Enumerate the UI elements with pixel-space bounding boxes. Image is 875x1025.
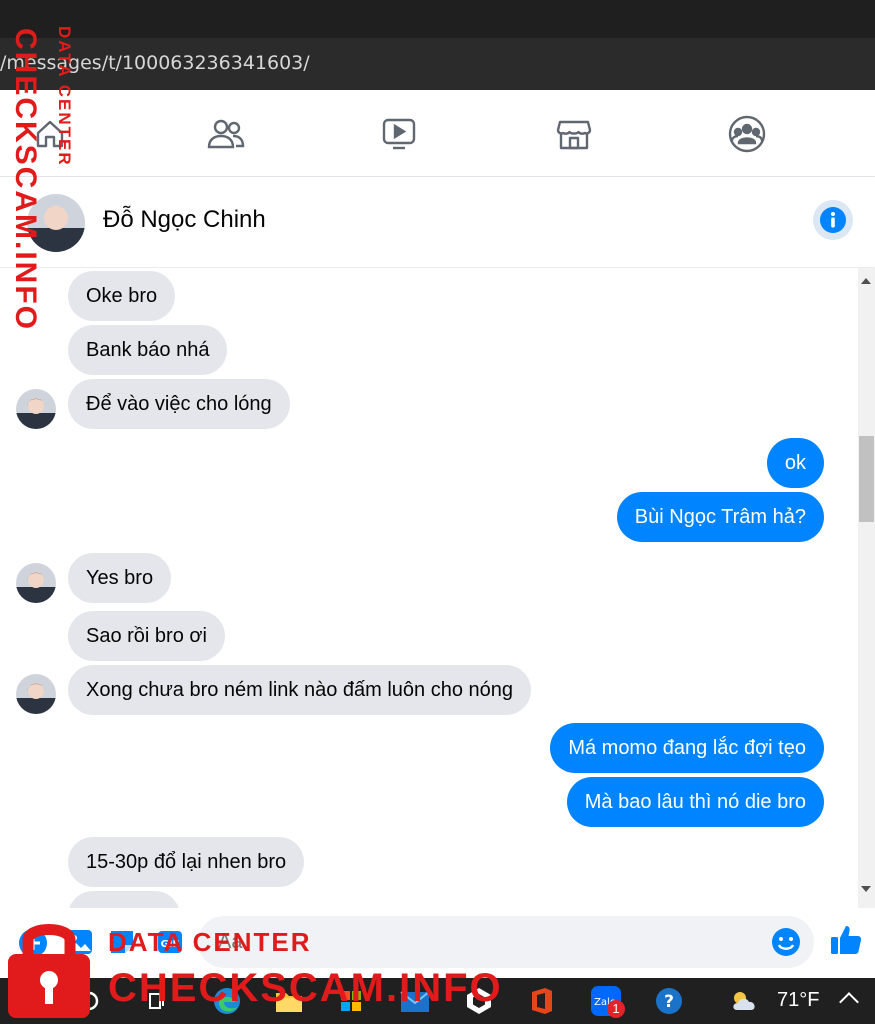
message-bubble-incoming-partial[interactable] — [68, 891, 180, 908]
taskbar-office[interactable] — [525, 984, 559, 1018]
address-bar[interactable]: /messages/t/100063236341603/ — [0, 38, 875, 90]
office-icon — [532, 988, 552, 1014]
message-bubble-incoming[interactable]: Oke bro — [68, 271, 176, 321]
message-list: Oke bro Bank báo nhá Để vào việc cho lón… — [0, 268, 858, 908]
message-bubble-outgoing[interactable]: Má momo đang lắc đợi tẹo — [550, 723, 824, 773]
taskbar-zalo[interactable]: Zalo 1 — [589, 984, 625, 1018]
watermark-bottom-label: DATA CENTER — [108, 927, 312, 957]
nav-friends[interactable] — [204, 112, 248, 156]
nav-watch[interactable] — [377, 112, 421, 156]
taskbar-weather[interactable] — [728, 984, 762, 1018]
nav-marketplace[interactable] — [552, 112, 596, 156]
scroll-up-arrow-icon[interactable] — [861, 278, 871, 284]
weather-cloudy-icon — [733, 992, 755, 1010]
help-icon: ? — [656, 988, 682, 1014]
sender-avatar[interactable] — [16, 389, 56, 429]
svg-text:?: ? — [664, 992, 674, 1012]
info-icon — [820, 207, 846, 233]
top-nav-bar — [0, 92, 875, 177]
message-bubble-incoming[interactable]: Bank báo nhá — [68, 325, 228, 375]
thumbs-up-icon — [831, 926, 862, 954]
sender-avatar[interactable] — [16, 563, 56, 603]
watermark-vertical-site: CHECKSCAM.INFO — [9, 28, 42, 331]
message-bubble-incoming[interactable]: 15-30p đổ lại nhen bro — [68, 837, 305, 887]
taskbar-help[interactable]: ? — [652, 984, 686, 1018]
sender-avatar[interactable] — [16, 674, 56, 714]
friends-icon — [207, 119, 245, 149]
scroll-down-arrow-icon[interactable] — [861, 886, 871, 892]
like-button[interactable] — [829, 923, 863, 962]
message-bubble-incoming[interactable]: Xong chưa bro ném link nào đấm luôn cho … — [68, 665, 532, 715]
watch-icon — [382, 118, 416, 150]
groups-icon — [728, 115, 766, 153]
window-top-strip — [0, 0, 875, 38]
message-bubble-outgoing[interactable]: Bùi Ngọc Trâm hả? — [616, 492, 824, 542]
scroll-thumb[interactable] — [859, 436, 874, 522]
address-url[interactable]: /messages/t/100063236341603/ — [0, 52, 310, 74]
message-bubble-outgoing[interactable]: Mà bao lâu thì nó die bro — [566, 777, 824, 827]
system-tray-chevron-icon[interactable] — [839, 992, 859, 1012]
nav-groups[interactable] — [725, 112, 769, 156]
chat-header: Đỗ Ngọc Chinh — [0, 177, 875, 267]
info-button[interactable] — [813, 200, 853, 240]
message-scrollbar[interactable] — [858, 268, 875, 908]
message-bubble-incoming[interactable]: Sao rồi bro ơi — [68, 611, 225, 661]
zalo-notification-badge: 1 — [607, 1000, 625, 1018]
watermark-bottom-site: CHECKSCAM.INFO — [108, 966, 503, 1010]
message-bubble-incoming[interactable]: Yes bro — [68, 553, 172, 603]
emoji-button[interactable] — [771, 927, 801, 962]
weather-temperature[interactable]: 71°F — [777, 989, 819, 1012]
emoji-icon — [772, 928, 800, 956]
message-bubble-outgoing[interactable]: ok — [766, 438, 824, 488]
watermark-vertical-label: DATA CENTER — [55, 26, 74, 167]
marketplace-icon — [556, 120, 592, 150]
message-bubble-incoming[interactable]: Để vào việc cho lóng — [68, 379, 290, 429]
watermark-lock-icon — [6, 912, 92, 1025]
contact-name[interactable]: Đỗ Ngọc Chinh — [103, 206, 266, 234]
